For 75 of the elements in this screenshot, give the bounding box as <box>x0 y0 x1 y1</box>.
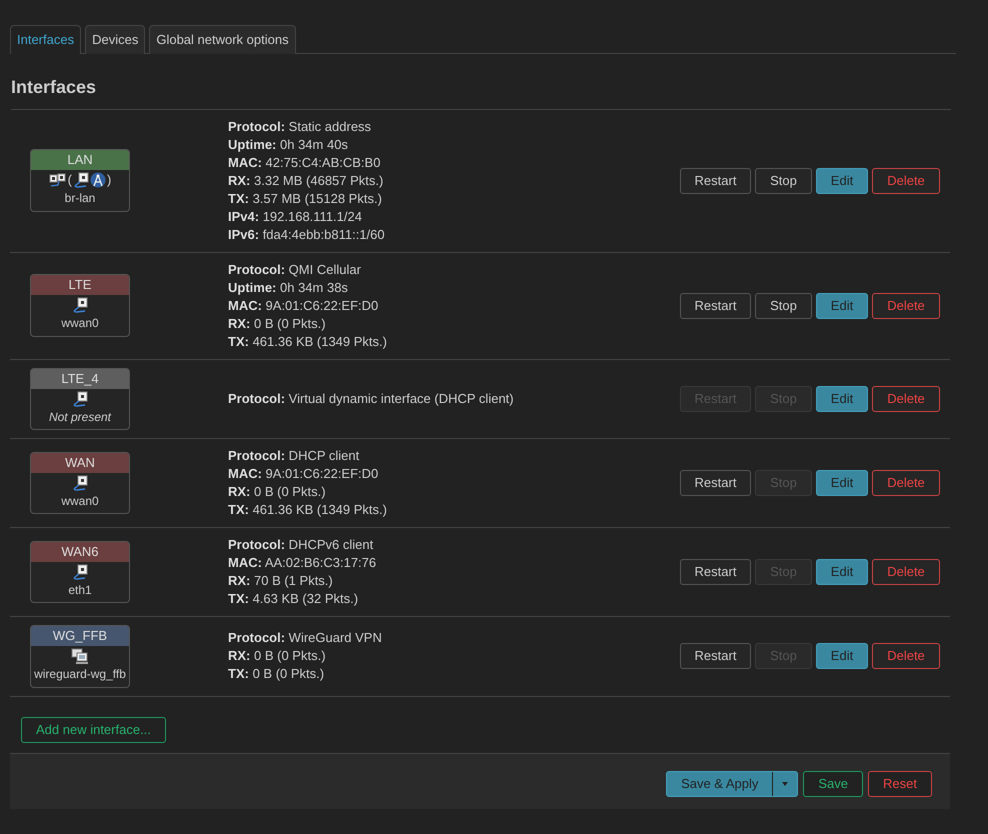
section-title: Interfaces <box>11 74 951 110</box>
detail-line: Uptime: 0h 34m 38s <box>228 278 349 296</box>
delete-button[interactable]: Delete <box>872 643 940 670</box>
action-button[interactable]: Restart <box>680 168 751 194</box>
detail-line: TX: 0 B (0 Pkts.) <box>228 665 326 684</box>
interface-name: LTE <box>31 275 129 296</box>
detail-line: Protocol: DHCPv6 client <box>228 536 374 554</box>
add-interface-button[interactable]: Add new interface... <box>21 716 166 742</box>
antenna-icon <box>90 172 106 188</box>
detail-line: RX: 0 B (0 Pkts.) <box>228 314 327 332</box>
detail-line: TX: 3.57 MB (15128 Pkts.) <box>228 190 383 208</box>
interface-name: WAN6 <box>31 542 129 562</box>
computers-icon <box>71 648 89 664</box>
action-button[interactable]: Stop <box>755 168 812 194</box>
caret-icon <box>782 782 788 786</box>
action-button[interactable]: Restart <box>680 292 751 318</box>
detail-line: Uptime: 0h 34m 40s <box>228 136 349 154</box>
save-apply-button-group[interactable]: Save & Apply <box>666 770 798 796</box>
edit-button[interactable]: Edit <box>816 470 868 496</box>
device-name: wwan0 <box>61 492 99 509</box>
detail-line: Protocol: WireGuard VPN <box>228 629 383 648</box>
detail-line: RX: 0 B (0 Pkts.) <box>228 483 327 501</box>
network-port-icon <box>72 564 88 580</box>
edit-button[interactable]: Edit <box>816 386 868 412</box>
detail-line: TX: 4.63 KB (32 Pkts.) <box>228 590 360 608</box>
delete-button[interactable]: Delete <box>872 292 940 318</box>
network-port-icon <box>72 390 88 406</box>
interface-name: WG_FFB <box>31 626 129 646</box>
delete-button[interactable]: Delete <box>872 559 940 585</box>
detail-line: IPv4: 192.168.111.1/24 <box>228 208 363 226</box>
detail-line: MAC: AA:02:B6:C3:17:76 <box>228 554 378 572</box>
detail-line: Protocol: DHCP client <box>228 447 360 465</box>
action-button[interactable]: Restart <box>680 470 751 496</box>
detail-line: RX: 70 B (1 Pkts.) <box>228 572 334 590</box>
detail-line: MAC: 9A:01:C6:22:EF:D0 <box>228 465 380 483</box>
detail-line: Protocol: Static address <box>228 118 372 136</box>
detail-line: IPv6: fda4:4ebb:b811::1/60 <box>228 226 386 244</box>
reset-button[interactable]: Reset <box>868 770 932 796</box>
edit-button[interactable]: Edit <box>816 168 868 194</box>
edit-button[interactable]: Edit <box>816 559 868 585</box>
edit-button[interactable]: Edit <box>816 643 868 670</box>
interface-name: LAN <box>31 150 129 170</box>
device-name: br-lan <box>64 190 96 206</box>
detail-line: RX: 3.32 MB (46857 Pkts.) <box>228 172 384 190</box>
network-port-icon <box>73 172 89 188</box>
interface-name: WAN <box>31 452 129 473</box>
parenthesis: ( <box>68 172 72 188</box>
tab[interactable]: Interfaces <box>10 25 82 54</box>
detail-line: TX: 461.36 KB (1349 Pkts.) <box>228 501 388 519</box>
detail-line: MAC: 9A:01:C6:22:EF:D0 <box>228 296 380 314</box>
device-name: eth1 <box>68 582 92 598</box>
action-button[interactable]: Restart <box>680 559 751 585</box>
interface-name: LTE_4 <box>31 368 129 388</box>
delete-button[interactable]: Delete <box>872 470 940 496</box>
detail-line: Protocol: QMI Cellular <box>228 260 362 278</box>
edit-button[interactable]: Edit <box>816 292 868 318</box>
parenthesis: ) <box>107 172 112 188</box>
detail-line: TX: 461.36 KB (1349 Pkts.) <box>228 332 388 350</box>
detail-line: Protocol: Virtual dynamic interface (DHCP client) <box>228 390 515 408</box>
bridge-icon <box>48 172 67 188</box>
tab[interactable]: Global network options <box>149 25 296 54</box>
device-name: Not present <box>48 408 112 424</box>
delete-button[interactable]: Delete <box>872 168 940 194</box>
detail-line: RX: 0 B (0 Pkts.) <box>228 647 327 666</box>
delete-button[interactable]: Delete <box>872 386 940 412</box>
save-button[interactable]: Save <box>803 770 864 796</box>
network-port-icon <box>72 474 88 491</box>
save-apply-button[interactable]: Save & Apply <box>667 772 774 796</box>
device-name: wireguard-wg_ffb <box>34 666 126 682</box>
action-button[interactable]: Restart <box>680 643 751 670</box>
network-port-icon <box>72 297 88 314</box>
device-name: wwan0 <box>61 315 99 332</box>
detail-line: MAC: 42:75:C4:AB:CB:B0 <box>228 154 382 172</box>
tab[interactable]: Devices <box>85 25 146 54</box>
action-button[interactable]: Stop <box>755 292 812 318</box>
